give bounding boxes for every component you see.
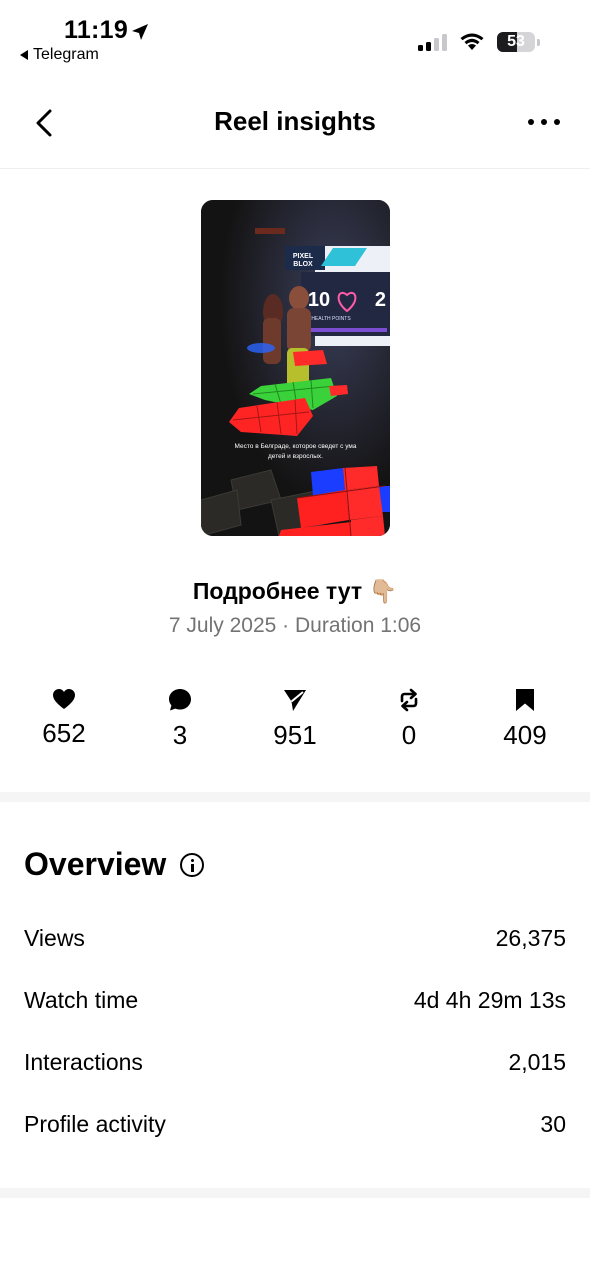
overview-heading: Overview <box>24 846 205 883</box>
comment-icon <box>169 689 191 711</box>
overview-row-profile-activity: Profile activity 30 <box>24 1104 566 1144</box>
engagement-stats: 652 3 951 0 409 <box>0 688 590 758</box>
stat-value: 652 <box>42 718 86 748</box>
stat-value: 951 <box>273 720 317 750</box>
overview-row-views: Views 26,375 <box>24 918 566 958</box>
stat-shares: 951 <box>245 688 345 751</box>
reel-title: Подробнее тут 👇🏼 <box>192 578 398 604</box>
status-time: 11:19 <box>64 16 129 44</box>
row-label: Views <box>24 924 85 951</box>
section-divider <box>0 792 590 802</box>
sign-text: PIXEL <box>293 253 314 260</box>
stat-saves: 409 <box>475 688 575 751</box>
share-icon <box>284 690 306 711</box>
overview-title: Overview <box>24 846 167 882</box>
battery-indicator: 53 <box>497 32 535 52</box>
more-options-icon[interactable] <box>528 108 560 136</box>
stat-value: 3 <box>172 720 188 750</box>
header: Reel insights <box>0 78 590 169</box>
repost-icon <box>400 688 418 712</box>
reel-image: PIXEL BLOX 10 2 HEALTH POINTS <box>201 200 390 536</box>
back-triangle-icon <box>20 50 28 60</box>
health-value: 10 <box>308 289 330 311</box>
back-app-label: Telegram <box>33 46 99 63</box>
back-to-app-link[interactable]: Telegram <box>20 46 99 64</box>
stat-reposts: 0 <box>359 688 459 751</box>
row-label: Watch time <box>24 986 139 1013</box>
cellular-signal-icon <box>418 33 447 51</box>
stat-likes: 652 <box>14 688 114 749</box>
health-label: HEALTH POINTS <box>311 316 351 322</box>
reel-meta: 7 July 2025 · Duration 1:06 <box>168 614 422 637</box>
info-icon[interactable] <box>180 852 205 877</box>
section-divider <box>0 1188 590 1198</box>
svg-text:BLOX: BLOX <box>293 261 313 268</box>
row-value: 26,375 <box>495 924 566 951</box>
overview-row-interactions: Interactions 2,015 <box>24 1042 566 1082</box>
stat-value: 409 <box>503 720 547 750</box>
reel-thumbnail[interactable]: PIXEL BLOX 10 2 HEALTH POINTS Место в Бе… <box>201 200 390 536</box>
stat-value: 0 <box>401 720 417 750</box>
row-value: 30 <box>540 1110 566 1137</box>
wifi-icon <box>460 33 484 50</box>
svg-text:2: 2 <box>375 289 386 311</box>
overview-row-watch-time: Watch time 4d 4h 29m 13s <box>24 980 566 1020</box>
page-title: Reel insights <box>214 106 376 136</box>
status-bar: 11:19 Telegram 53 <box>0 0 590 72</box>
reel-caption-overlay: Место в Белграде, которое сведет с ума д… <box>234 443 357 460</box>
battery-percent: 53 <box>507 33 525 50</box>
row-value: 4d 4h 29m 13s <box>413 986 566 1013</box>
row-label: Profile activity <box>24 1110 166 1137</box>
row-label: Interactions <box>24 1048 143 1075</box>
heart-icon <box>53 689 75 709</box>
stat-comments: 3 <box>130 688 230 751</box>
save-icon <box>516 689 534 711</box>
location-arrow-icon <box>132 24 148 40</box>
row-value: 2,015 <box>508 1048 566 1075</box>
battery-cap <box>537 38 540 46</box>
